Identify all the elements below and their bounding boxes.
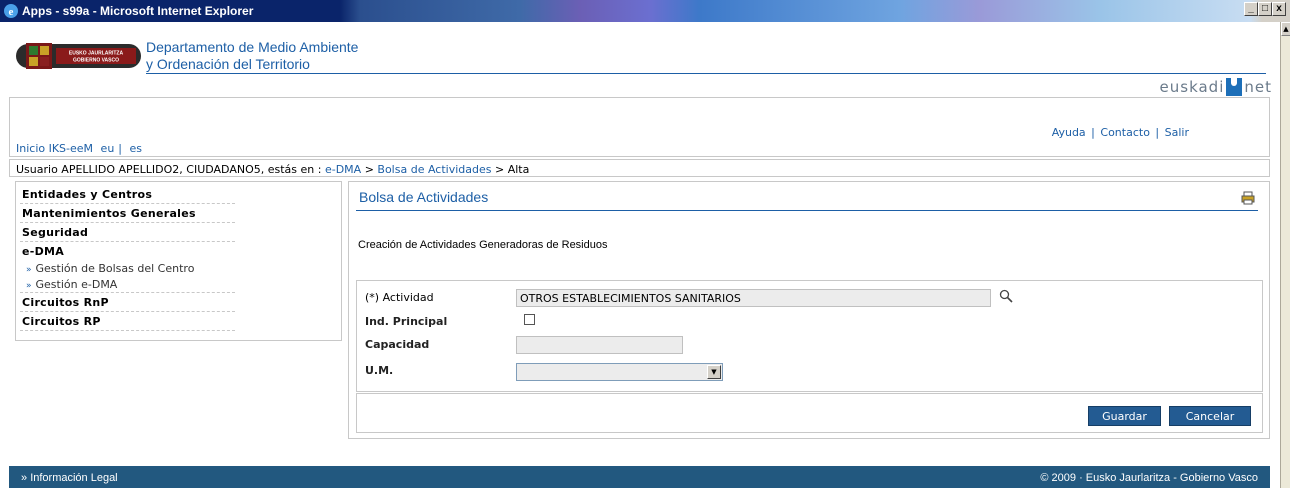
scroll-up-arrow-icon[interactable]: ▲ — [1281, 22, 1290, 36]
lang-es-link[interactable]: es — [130, 142, 143, 155]
logo-text-1: EUSKO JAURLARITZA — [69, 51, 124, 57]
ind-principal-label: Ind. Principal — [365, 315, 448, 328]
sidebar-item-seguridad[interactable]: Seguridad — [20, 223, 235, 242]
chevron-right-icon: » — [26, 281, 32, 291]
department-name-line-1: Departamento de Medio Ambiente — [146, 39, 359, 55]
window-title: Apps - s99a - Microsoft Internet Explore… — [22, 4, 254, 18]
actividad-field[interactable]: OTROS ESTABLECIMIENTOS SANITARIOS — [516, 289, 991, 307]
help-link[interactable]: Ayuda — [1052, 126, 1086, 139]
sidebar-subitem-label: Gestión e-DMA — [35, 278, 118, 291]
chevron-right-icon: » — [21, 472, 28, 484]
um-select[interactable]: ▼ — [516, 363, 723, 381]
um-label: U.M. — [365, 364, 394, 377]
sidebar-item-circuitos-rnp[interactable]: Circuitos RnP — [20, 293, 235, 312]
title-divider — [356, 210, 1258, 211]
legal-info[interactable]: » Información Legal — [21, 472, 118, 484]
contact-link[interactable]: Contacto — [1100, 126, 1150, 139]
breadcrumb-item-bolsa[interactable]: Bolsa de Actividades — [377, 163, 491, 176]
close-button[interactable]: x — [1272, 2, 1286, 16]
breadcrumb-separator: > — [364, 163, 374, 176]
brand-text: euskadi — [1159, 78, 1225, 96]
save-button[interactable]: Guardar — [1088, 406, 1161, 426]
sidebar: Entidades y Centros Mantenimientos Gener… — [15, 181, 342, 341]
separator: | — [1091, 126, 1095, 139]
breadcrumb-item-edma[interactable]: e-DMA — [325, 163, 361, 176]
capacidad-label: Capacidad — [365, 338, 430, 351]
window-controls: _ □ x — [1244, 2, 1286, 16]
top-nav-left: Inicio IKS-eeM eu | es — [16, 142, 146, 155]
top-nav-right: Ayuda | Contacto | Salir — [1052, 126, 1189, 139]
actividad-label: (*) Actividad — [365, 291, 434, 304]
footer: » Información Legal © 2009 · Eusko Jaurl… — [9, 466, 1270, 488]
page-subtitle: Creación de Actividades Generadoras de R… — [358, 239, 608, 251]
logo-text-2: GOBIERNO VASCO — [73, 58, 119, 64]
separator: | — [1155, 126, 1160, 139]
euskadi-net-logo: euskadi net — [1160, 78, 1272, 96]
ind-principal-checkbox[interactable] — [524, 314, 535, 325]
breadcrumb-item-current: Alta — [507, 163, 530, 176]
copyright: © 2009 · Eusko Jaurlaritza - Gobierno Va… — [1040, 472, 1258, 484]
header-divider — [146, 73, 1266, 74]
maximize-button[interactable]: □ — [1258, 2, 1272, 16]
window-title-bar[interactable]: e Apps - s99a - Microsoft Internet Explo… — [0, 0, 1290, 22]
svg-text:e: e — [9, 6, 14, 18]
print-icon[interactable] — [1241, 191, 1255, 205]
vertical-scrollbar[interactable]: ▲ — [1280, 22, 1290, 488]
minimize-button[interactable]: _ — [1244, 2, 1258, 16]
capacidad-input[interactable] — [516, 336, 683, 354]
brand-suffix: net — [1244, 78, 1272, 96]
sidebar-item-entidades[interactable]: Entidades y Centros — [20, 185, 235, 204]
chevron-right-icon: » — [26, 265, 32, 275]
sidebar-subitem-gestion-edma[interactable]: » Gestión e-DMA — [20, 277, 235, 293]
sidebar-item-circuitos-rp[interactable]: Circuitos RP — [20, 312, 235, 331]
page-title: Bolsa de Actividades — [359, 189, 489, 205]
breadcrumb: Usuario APELLIDO APELLIDO2, CIUDADANO5, … — [9, 159, 1270, 177]
gobierno-vasco-logo: EUSKO JAURLARITZA GOBIERNO VASCO — [16, 43, 141, 69]
activity-form: (*) Actividad OTROS ESTABLECIMIENTOS SAN… — [356, 280, 1263, 392]
chevron-down-icon[interactable]: ▼ — [707, 365, 721, 379]
form-actions: Guardar Cancelar — [356, 393, 1263, 433]
top-navigation: Inicio IKS-eeM eu | es Ayuda | Contacto |… — [9, 97, 1270, 157]
internet-explorer-icon: e — [4, 4, 18, 18]
breadcrumb-separator: > — [494, 163, 505, 176]
brand-mark-icon — [1226, 78, 1243, 96]
cancel-button[interactable]: Cancelar — [1169, 406, 1251, 426]
sidebar-subitem-label: Gestión de Bolsas del Centro — [35, 262, 195, 275]
department-name-line-2: y Ordenación del Territorio — [146, 56, 310, 72]
sidebar-subitem-bolsas[interactable]: » Gestión de Bolsas del Centro — [20, 261, 235, 277]
lang-separator: | — [118, 142, 123, 155]
home-link[interactable]: Inicio IKS-eeM — [16, 142, 93, 155]
sidebar-item-mantenimientos[interactable]: Mantenimientos Generales — [20, 204, 235, 223]
lang-eu-link[interactable]: eu — [101, 142, 115, 155]
logout-link[interactable]: Salir — [1165, 126, 1189, 139]
legal-info-link[interactable]: Información Legal — [30, 472, 117, 484]
breadcrumb-prefix: Usuario APELLIDO APELLIDO2, CIUDADANO5, … — [16, 163, 322, 176]
main-content: Bolsa de Actividades Creación de Activid… — [348, 181, 1270, 439]
search-icon[interactable] — [999, 289, 1013, 303]
sidebar-item-edma[interactable]: e-DMA — [20, 242, 235, 261]
